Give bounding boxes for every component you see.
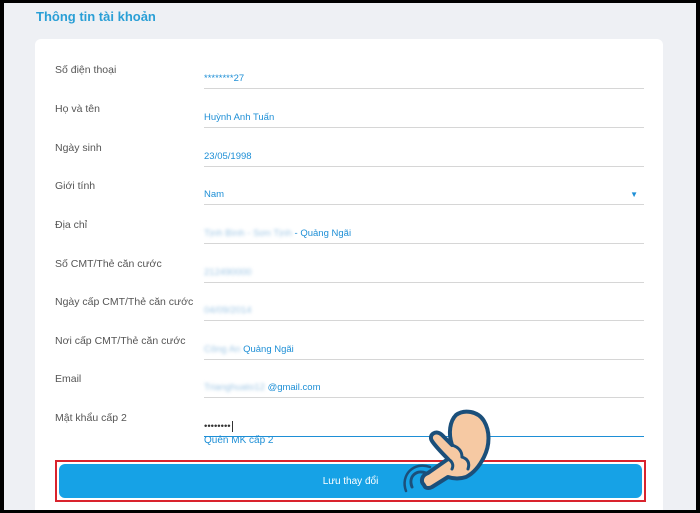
address-field[interactable]: Tịnh Bình - Sơn Tịnh - Quảng Ngãi xyxy=(204,222,644,244)
id-issue-place-blurred-value: Công An xyxy=(204,344,241,355)
id-issue-place-field[interactable]: Công An Quảng Ngãi xyxy=(204,338,644,360)
gender-label: Giới tính xyxy=(55,180,96,192)
address-label: Địa chỉ xyxy=(55,219,88,231)
id-number-blurred-value: 212490000 xyxy=(204,267,252,278)
full-name-value: Huỳnh Anh Tuấn xyxy=(204,112,275,123)
form-row-full-name: Họ và tên Huỳnh Anh Tuấn xyxy=(55,103,644,142)
id-issue-place-value: Quảng Ngãi xyxy=(243,344,294,355)
gender-select[interactable]: Nam ▼ xyxy=(204,183,644,205)
save-button-highlight: Lưu thay đổi xyxy=(55,460,646,502)
form-row-phone: Số điện thoại ********27 xyxy=(55,64,644,103)
email-field[interactable]: Trianghuato12 @gmail.com xyxy=(204,376,644,398)
form-row-id-issue-place: Nơi cấp CMT/Thẻ căn cước Công An Quảng N… xyxy=(55,335,644,374)
pointing-hand-icon xyxy=(403,409,491,493)
id-number-field[interactable]: 212490000 xyxy=(204,261,644,283)
form-row-birthday: Ngày sinh 23/05/1998 xyxy=(55,142,644,181)
birthday-value: 23/05/1998 xyxy=(204,151,252,162)
form-row-gender: Giới tính Nam ▼ xyxy=(55,180,644,219)
id-number-label: Số CMT/Thẻ căn cước xyxy=(55,258,162,270)
phone-field[interactable]: ********27 xyxy=(204,67,644,89)
email-label: Email xyxy=(55,373,82,385)
address-value: - Quảng Ngãi xyxy=(294,228,352,239)
form-row-email: Email Trianghuato12 @gmail.com xyxy=(55,373,644,412)
gender-value: Nam xyxy=(204,189,225,200)
form-row-address: Địa chỉ Tịnh Bình - Sơn Tịnh - Quảng Ngã… xyxy=(55,219,644,258)
forgot-password2-link[interactable]: Quên MK cấp 2 xyxy=(204,435,273,446)
form-row-id-number: Số CMT/Thẻ căn cước 212490000 xyxy=(55,258,644,297)
full-name-field[interactable]: Huỳnh Anh Tuấn xyxy=(204,106,644,128)
account-form-card: Số điện thoại ********27 Họ và tên Huỳnh… xyxy=(35,39,663,510)
password2-value: •••••••• xyxy=(204,421,231,433)
address-blurred-value: Tịnh Bình - Sơn Tịnh xyxy=(204,228,292,239)
screen: Thông tin tài khoản Số điện thoại ******… xyxy=(4,3,696,510)
phone-label: Số điện thoại xyxy=(55,64,117,76)
id-issue-date-label: Ngày cấp CMT/Thẻ căn cước xyxy=(55,296,194,308)
save-button[interactable]: Lưu thay đổi xyxy=(59,464,642,498)
id-issue-date-field[interactable]: 04/09/2014 xyxy=(204,299,644,321)
form-row-id-issue-date: Ngày cấp CMT/Thẻ căn cước 04/09/2014 xyxy=(55,296,644,335)
caret-down-icon: ▼ xyxy=(630,190,638,199)
form-row-password2: Mật khẩu cấp 2 •••••••• xyxy=(55,412,644,451)
text-cursor xyxy=(231,421,233,432)
birthday-field[interactable]: 23/05/1998 xyxy=(204,145,644,167)
id-issue-date-blurred-value: 04/09/2014 xyxy=(204,305,252,316)
email-blurred-value: Trianghuato12 xyxy=(204,382,265,393)
password2-label: Mật khẩu cấp 2 xyxy=(55,412,127,424)
birthday-label: Ngày sinh xyxy=(55,142,102,154)
phone-value: ********27 xyxy=(204,73,245,84)
id-issue-place-label: Nơi cấp CMT/Thẻ căn cước xyxy=(55,335,186,347)
page-title: Thông tin tài khoản xyxy=(36,9,156,24)
email-value: @gmail.com xyxy=(267,382,321,393)
full-name-label: Họ và tên xyxy=(55,103,100,115)
